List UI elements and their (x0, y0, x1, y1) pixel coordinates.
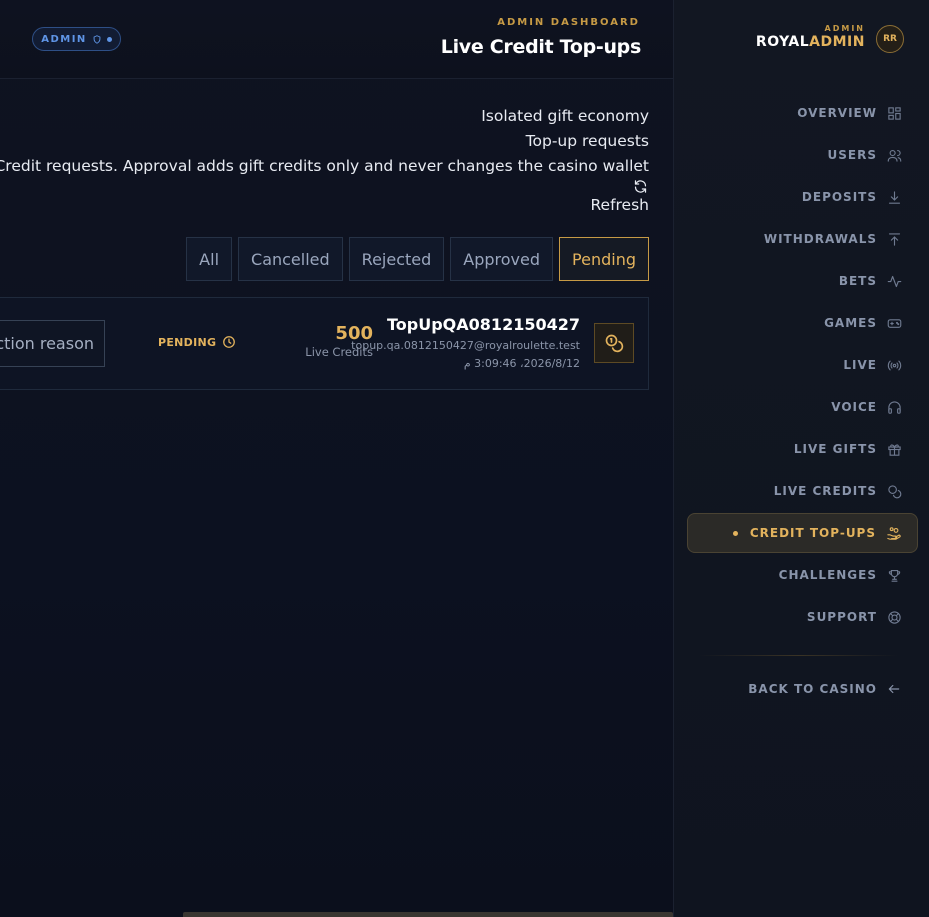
activity-icon (887, 275, 902, 287)
sidebar-item-credit-top-ups[interactable]: CREDIT TOP-UPS (687, 513, 918, 553)
avatar[interactable]: RR (876, 25, 904, 53)
status-dot (106, 36, 112, 42)
sidebar-item-live-credits[interactable]: LIVE CREDITS (774, 471, 902, 511)
back-to-casino-link[interactable]: BACK TO CASINO (748, 679, 901, 699)
lifebuoy-icon (888, 610, 901, 624)
sidebar-item-live-gifts[interactable]: LIVE GIFTS (794, 429, 902, 469)
page-kicker: ADMIN DASHBOARD (497, 17, 640, 28)
sidebar-item-label: LIVE CREDITS (773, 484, 877, 498)
main-content: ADMIN ADMIN DASHBOARD Live Credit Top-up… (0, 0, 673, 917)
sidebar-item-label: VOICE (831, 400, 877, 414)
sidebar-item-users[interactable]: USERS (828, 135, 902, 175)
back-label: BACK TO CASINO (748, 682, 877, 696)
app-root: ADMIN ADMIN DASHBOARD Live Credit Top-up… (0, 0, 929, 917)
sidebar-item-label: CHALLENGES (778, 568, 877, 582)
broadcast-icon (887, 360, 902, 370)
sidebar-item-label: DEPOSITS (801, 190, 877, 204)
horizontal-scrollbar[interactable] (183, 912, 673, 917)
brand-logo: ROYALADMIN (756, 34, 865, 50)
page-title: Live Credit Top-ups (440, 36, 642, 58)
users-icon (887, 149, 902, 162)
grid-icon (888, 106, 901, 120)
brand-main: ROYAL (755, 34, 810, 50)
filter-cancelled[interactable]: Cancelled (238, 237, 343, 281)
sidebar-item-label: LIVE (843, 358, 877, 372)
requester-info: TopUpQA0812150427 topup.qa.0812150427@ro… (351, 315, 580, 371)
trophy-icon (888, 569, 901, 582)
brand-kicker: ADMIN (824, 24, 865, 33)
sidebar-item-label: SUPPORT (806, 610, 877, 624)
sidebar-item-label: USERS (827, 148, 877, 162)
request-timestamp: 2026/8/12، 3:09:46 م (463, 357, 580, 370)
status-badge: PENDING (158, 335, 236, 349)
requester-email: topup.qa.0812150427@royalroulette.test (351, 339, 580, 352)
filter-approved[interactable]: Approved (450, 237, 554, 281)
download-icon (888, 190, 901, 204)
sidebar-item-challenges[interactable]: CHALLENGES (779, 555, 902, 595)
refresh-button[interactable]: Refresh (590, 179, 649, 214)
status-label: PENDING (158, 335, 217, 349)
topup-request-card: PENDING 500 Live Credits TopUpQA08121504… (0, 297, 649, 390)
clock-icon (223, 336, 236, 348)
requester-username: TopUpQA0812150427 (387, 315, 580, 334)
filter-all[interactable]: All (186, 237, 233, 281)
filter-pending[interactable]: Pending (559, 237, 649, 281)
hand-coins-icon (887, 526, 901, 540)
status-filters: All Cancelled Rejected Approved Pending (186, 237, 649, 281)
sidebar-item-live[interactable]: LIVE (843, 345, 902, 385)
active-indicator (732, 530, 738, 536)
sidebar-item-label: GAMES (824, 316, 877, 330)
gamepad-icon (887, 318, 902, 328)
sidebar-item-deposits[interactable]: DEPOSITS (802, 177, 902, 217)
sidebar-item-support[interactable]: SUPPORT (807, 597, 902, 637)
sidebar-item-games[interactable]: GAMES (824, 303, 902, 343)
sidebar-item-label: CREDIT TOP-UPS (749, 526, 876, 540)
filter-rejected[interactable]: Rejected (348, 237, 445, 281)
top-bar: ADMIN ADMIN DASHBOARD Live Credit Top-up… (0, 0, 673, 79)
rejection-reason-input[interactable] (0, 320, 105, 367)
sidebar-item-label: BETS (838, 274, 877, 288)
intro-heading: Top-up requests (525, 132, 649, 150)
intro-description: e Credit requests. Approval adds gift cr… (0, 157, 649, 175)
sidebar-item-label: OVERVIEW (797, 106, 877, 120)
sidebar: ADMIN ROYALADMIN RR OVERVIEW USERS DEPOS… (673, 0, 929, 917)
sidebar-item-label: LIVE GIFTS (793, 442, 877, 456)
sidebar-divider (698, 655, 898, 656)
upload-icon (888, 232, 901, 246)
sidebar-item-label: WITHDRAWALS (763, 232, 877, 246)
credit-action-button[interactable] (594, 323, 634, 363)
admin-badge: ADMIN (32, 27, 121, 51)
intro-eyebrow: Isolated gift economy (481, 107, 649, 125)
headphones-icon (888, 400, 901, 414)
coins-icon (888, 484, 902, 498)
intro-section: Isolated gift economy Top-up requests e … (0, 104, 649, 179)
sidebar-item-overview[interactable]: OVERVIEW (797, 93, 902, 133)
arrow-left-icon (888, 684, 900, 694)
admin-badge-label: ADMIN (41, 33, 87, 45)
refresh-label: Refresh (590, 196, 649, 214)
brand-accent: ADMIN (809, 34, 865, 50)
gift-icon (888, 443, 901, 456)
refresh-icon (634, 180, 647, 193)
coins-icon (605, 334, 624, 353)
shield-icon (93, 34, 101, 44)
sidebar-item-withdrawals[interactable]: WITHDRAWALS (764, 219, 902, 259)
sidebar-item-bets[interactable]: BETS (839, 261, 902, 301)
sidebar-item-voice[interactable]: VOICE (831, 387, 902, 427)
